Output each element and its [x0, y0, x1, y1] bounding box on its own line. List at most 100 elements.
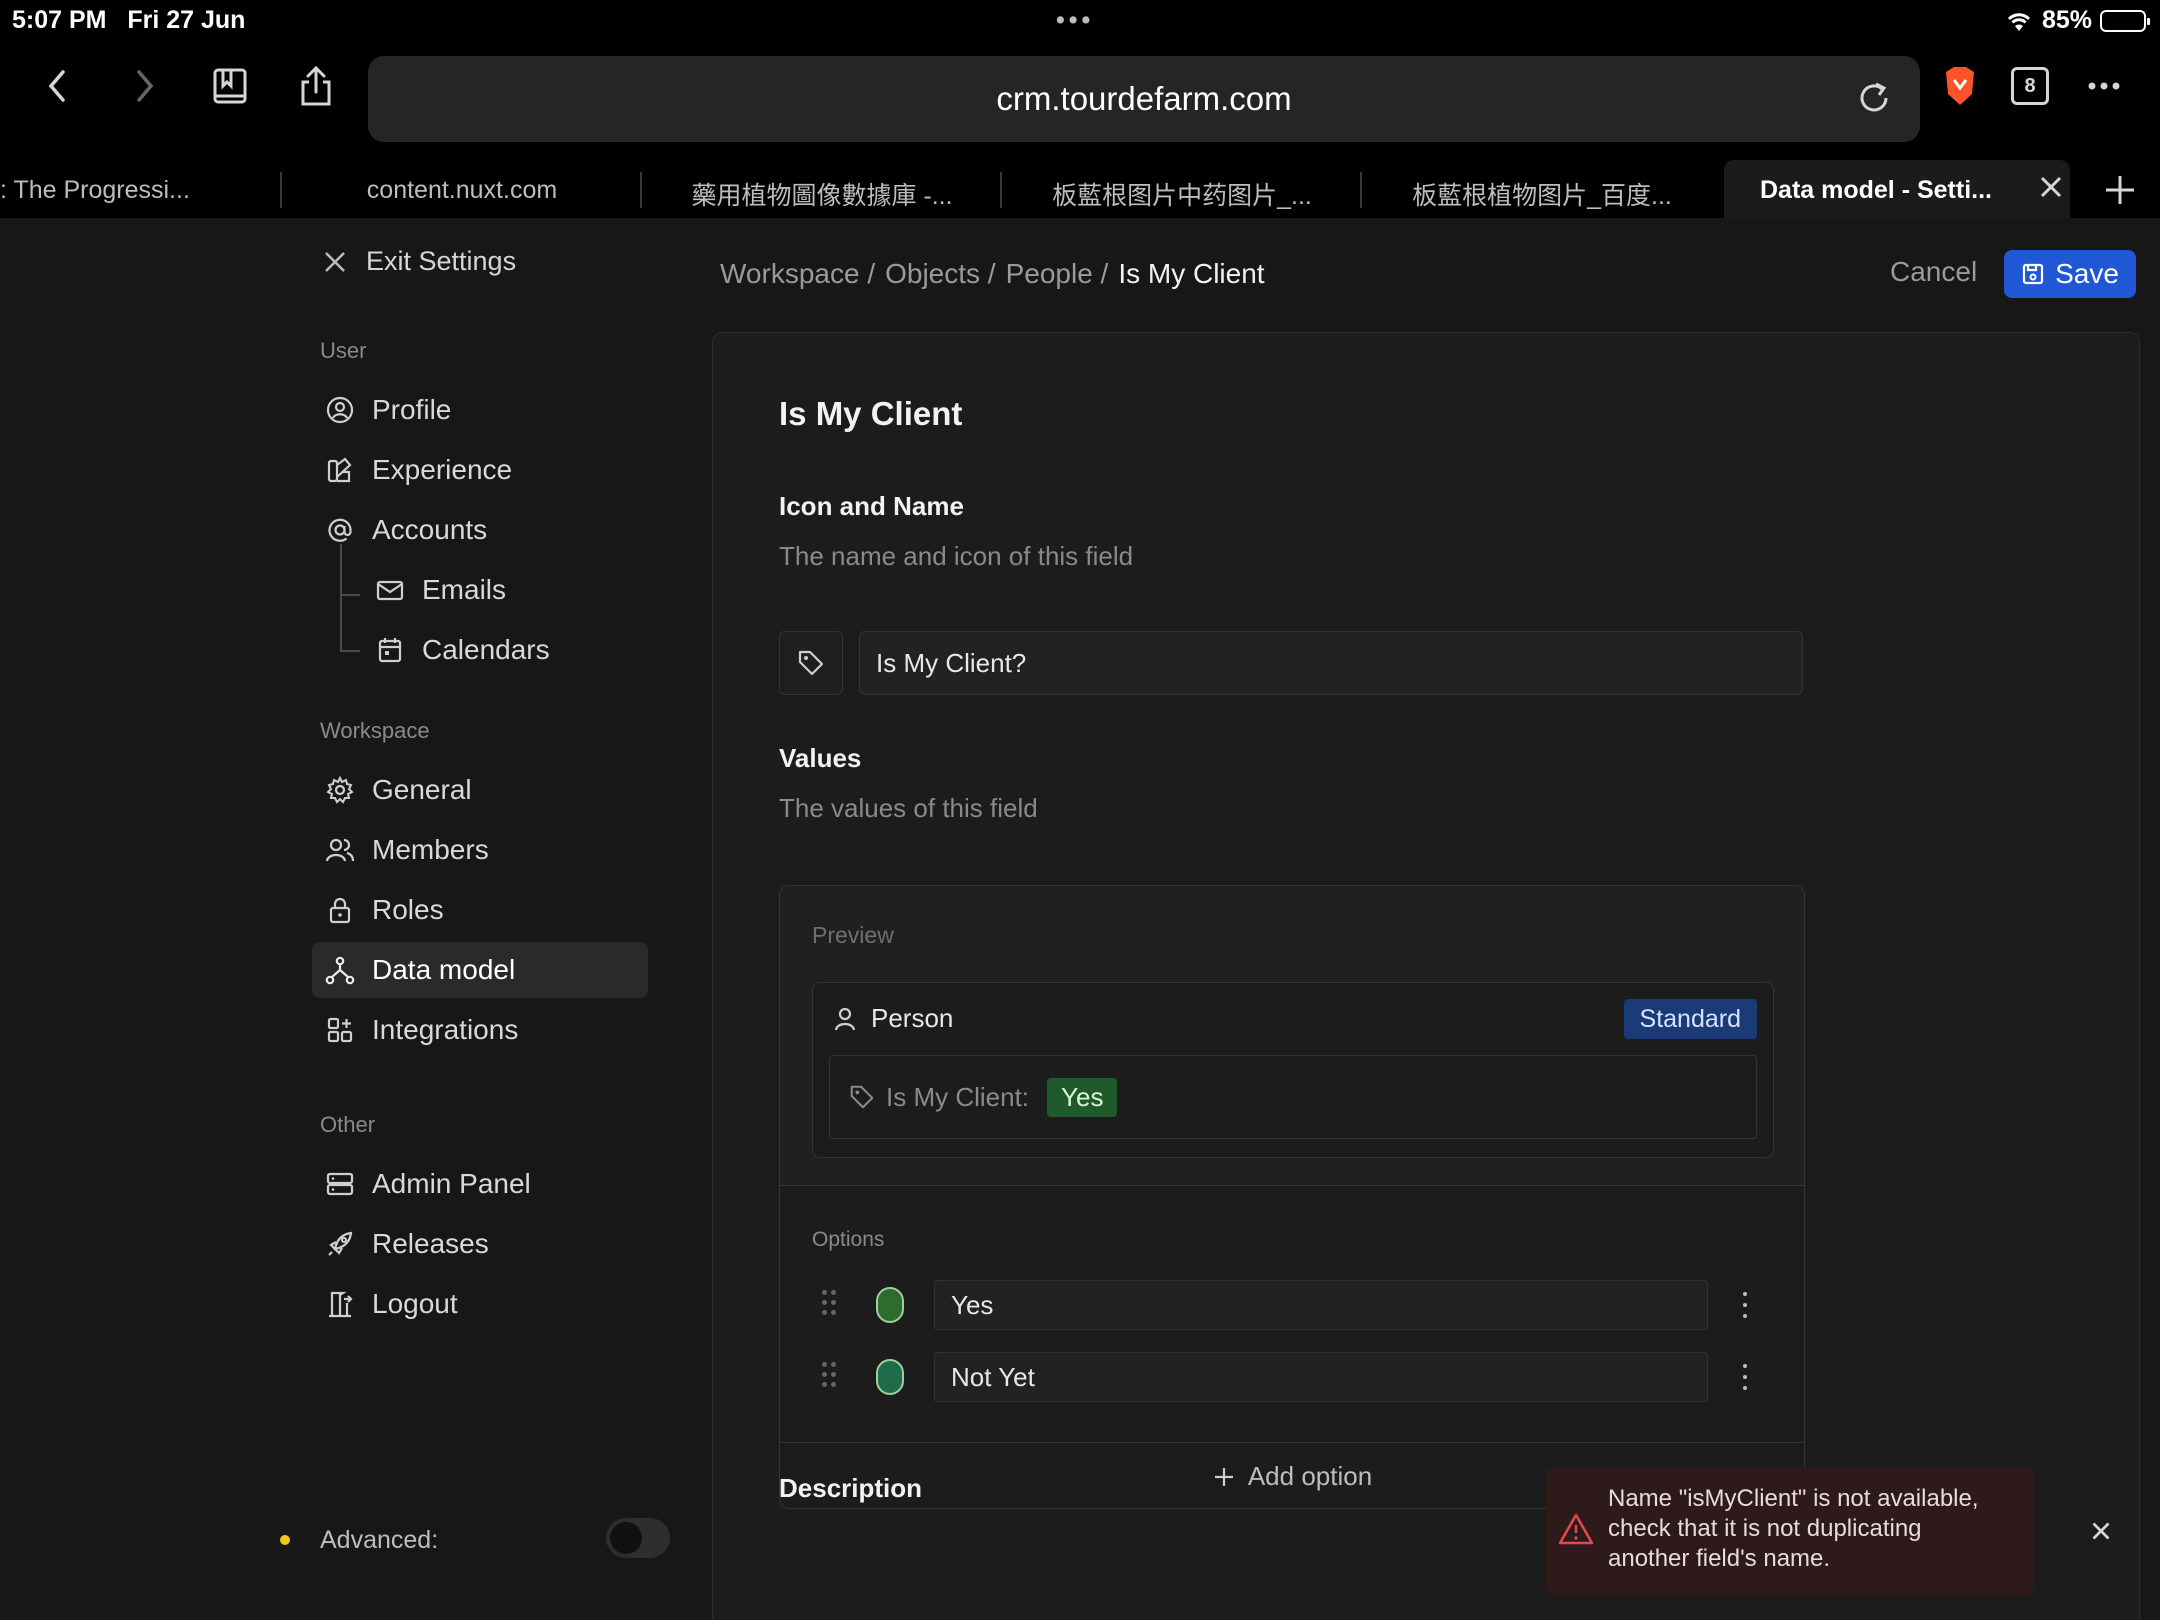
status-right: 85% — [2004, 6, 2150, 35]
sidebar-item-label: Logout — [372, 1288, 458, 1319]
tab-count: 8 — [2011, 67, 2049, 105]
sidebar-item-experience[interactable]: Experience — [312, 442, 648, 498]
url-text[interactable]: crm.tourdefarm.com — [368, 80, 1920, 118]
hierarchy-icon — [324, 954, 356, 986]
address-bar[interactable]: crm.tourdefarm.com — [368, 56, 1920, 142]
forward-icon[interactable] — [118, 60, 170, 112]
swatch-book-icon — [324, 454, 356, 486]
exit-settings-label: Exit Settings — [366, 246, 517, 276]
icon-name-title: Icon and Name — [779, 491, 964, 521]
preview-field-value: Yes — [1047, 1077, 1118, 1117]
sidebar-item-data-model[interactable]: Data model — [312, 942, 648, 998]
sidebar-item-releases[interactable]: Releases — [312, 1216, 648, 1272]
sidebar-item-accounts[interactable]: Accounts — [312, 502, 648, 558]
sidebar-item-admin-panel[interactable]: Admin Panel — [312, 1156, 648, 1212]
multitask-dots-icon[interactable]: ••• — [1056, 6, 1094, 35]
standard-badge: Standard — [1623, 999, 1757, 1039]
warning-triangle-icon — [1558, 1513, 1594, 1545]
sidebar-item-label: Accounts — [372, 514, 488, 545]
bookmarks-icon[interactable] — [204, 60, 256, 112]
sidebar-item-emails[interactable]: Emails — [362, 562, 642, 618]
close-toast-icon[interactable] — [2086, 1516, 2116, 1546]
breadcrumb-workspace[interactable]: Workspace / — [720, 258, 875, 290]
status-bar: 5:07 PM Fri 27 Jun ••• 85% — [0, 0, 2160, 40]
preview-field-label: Is My Client: — [886, 1081, 1030, 1112]
tab-divider — [640, 172, 642, 208]
share-icon[interactable] — [290, 60, 342, 112]
lock-icon — [324, 894, 356, 926]
tab-item[interactable]: 板藍根图片中药图片_... — [1004, 160, 1360, 218]
breadcrumb-objects[interactable]: Objects / — [885, 258, 995, 290]
sidebar-item-roles[interactable]: Roles — [312, 882, 648, 938]
tab-count-button[interactable]: 8 — [2004, 60, 2056, 112]
tab-item[interactable]: : The Progressi... — [0, 160, 276, 218]
tree-connector — [340, 544, 362, 652]
icon-picker-button[interactable] — [779, 631, 843, 695]
values-editor: Preview Person Standard Is My Client: Ye… — [779, 885, 1805, 1509]
mail-icon — [374, 574, 406, 606]
drag-handle-icon[interactable] — [820, 1288, 840, 1318]
brave-shield-icon[interactable] — [1934, 60, 1986, 112]
option-menu-icon[interactable] — [1738, 1290, 1752, 1320]
sidebar-item-logout[interactable]: Logout — [312, 1276, 648, 1332]
tab-divider — [1000, 172, 1002, 208]
user-circle-icon — [324, 394, 356, 426]
sidebar-item-profile[interactable]: Profile — [312, 382, 648, 438]
rocket-icon — [324, 1228, 356, 1260]
save-button[interactable]: Save — [2004, 250, 2136, 298]
reload-icon[interactable] — [1854, 78, 1894, 118]
browser-toolbar: crm.tourdefarm.com 8 — [0, 40, 2160, 160]
tab-item[interactable]: 板藍根植物图片_百度... — [1364, 160, 1720, 218]
preview-object-header: Person — [833, 1003, 953, 1034]
close-tab-icon[interactable] — [2036, 172, 2066, 202]
page-title: Is My Client — [779, 395, 963, 432]
preview-field-row: Is My Client: Yes — [829, 1055, 1757, 1139]
tab-item[interactable]: 藥用植物圖像數據庫 -... — [644, 160, 1000, 218]
sidebar-item-label: Emails — [422, 574, 507, 605]
field-name-input[interactable]: Is My Client? — [859, 631, 1803, 695]
save-label: Save — [2055, 258, 2119, 289]
sidebar-item-label: Admin Panel — [372, 1168, 531, 1199]
tab-divider — [280, 172, 282, 208]
option-input[interactable]: Yes — [934, 1280, 1708, 1330]
door-exit-icon — [324, 1288, 356, 1320]
back-icon[interactable] — [32, 60, 84, 112]
sidebar-item-integrations[interactable]: Integrations — [312, 1002, 648, 1058]
cancel-button[interactable]: Cancel — [1890, 256, 1977, 288]
toast-message: Name "isMyClient" is not available, chec… — [1608, 1485, 1979, 1572]
save-icon — [2022, 263, 2044, 285]
tab-item[interactable]: content.nuxt.com — [284, 160, 640, 218]
new-tab-icon[interactable] — [2100, 170, 2140, 210]
exit-settings-button[interactable]: Exit Settings — [322, 246, 516, 277]
option-color-swatch[interactable] — [876, 1287, 904, 1323]
option-row: Yes — [812, 1280, 1774, 1330]
server-icon — [324, 1168, 356, 1200]
sidebar-item-general[interactable]: General — [312, 762, 648, 818]
apps-icon — [324, 1014, 356, 1046]
option-color-swatch[interactable] — [876, 1359, 904, 1395]
option-menu-icon[interactable] — [1738, 1362, 1752, 1392]
preview-label: Preview — [812, 922, 894, 948]
sidebar-item-label: Experience — [372, 454, 513, 485]
add-option-label: Add option — [1247, 1461, 1373, 1491]
users-icon — [324, 834, 356, 866]
tag-icon — [798, 650, 824, 676]
breadcrumb-people[interactable]: People / — [1006, 258, 1109, 290]
option-input[interactable]: Not Yet — [934, 1352, 1708, 1402]
section-label-workspace: Workspace — [320, 718, 430, 743]
breadcrumb: Workspace / Objects / People / Is My Cli… — [720, 258, 1265, 290]
calendar-icon — [374, 634, 406, 666]
settings-card: Is My Client Icon and Name The name and … — [712, 332, 2140, 1620]
sidebar-item-members[interactable]: Members — [312, 822, 648, 878]
plus-icon — [1214, 1467, 1233, 1486]
section-label-user: User — [320, 338, 367, 363]
tab-item-active[interactable]: Data model - Setti... — [1724, 160, 2070, 218]
more-icon[interactable] — [2078, 60, 2130, 112]
drag-handle-icon[interactable] — [820, 1360, 840, 1390]
app-area: Exit Settings User Profile Experience Ac… — [0, 218, 2160, 1620]
advanced-toggle[interactable] — [606, 1518, 670, 1558]
sidebar-item-calendars[interactable]: Calendars — [362, 622, 642, 678]
sidebar-item-label: Integrations — [372, 1014, 519, 1045]
preview-person-card: Person Standard Is My Client: Yes — [812, 982, 1774, 1158]
advanced-indicator-dot — [280, 1535, 290, 1545]
